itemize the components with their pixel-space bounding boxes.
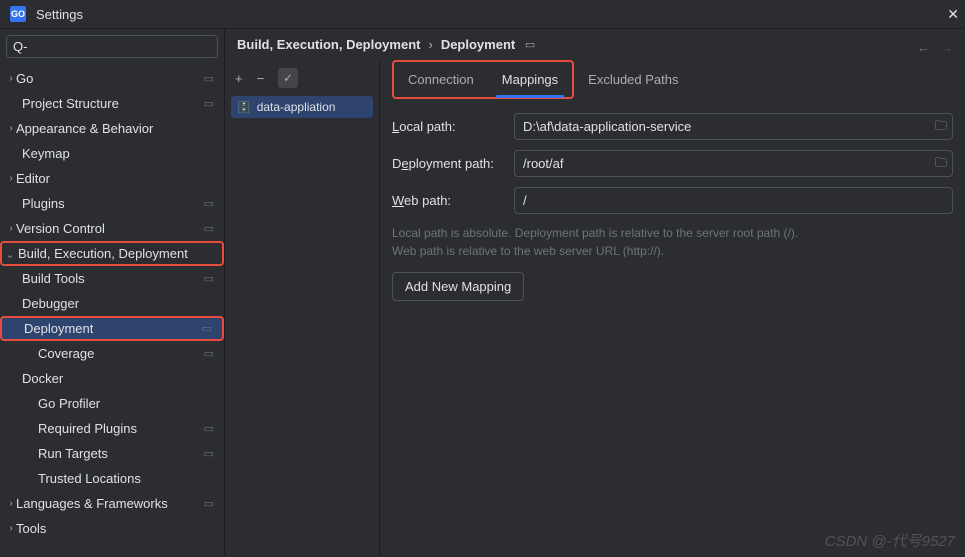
scope-icon: ▭ bbox=[202, 97, 218, 110]
chevron-icon: › bbox=[0, 498, 16, 509]
breadcrumb-b: Deployment bbox=[441, 37, 515, 52]
folder-icon[interactable]: 🗀 bbox=[935, 116, 947, 137]
sidebar-item-build-execution-deployment[interactable]: ›Build, Execution, Deployment bbox=[0, 241, 224, 266]
scope-icon: ▭ bbox=[202, 222, 218, 235]
scope-icon: ▭ bbox=[202, 72, 218, 85]
sidebar-item-build-tools[interactable]: ›Build Tools▭ bbox=[0, 266, 224, 291]
close-icon[interactable]: ✕ bbox=[947, 6, 959, 23]
sidebar-item-label: Coverage bbox=[38, 346, 202, 361]
folder-icon[interactable]: 🗀 bbox=[935, 153, 947, 174]
chevron-icon: › bbox=[0, 173, 16, 184]
chevron-right-icon: › bbox=[428, 37, 432, 52]
scope-icon: ▭ bbox=[202, 422, 218, 435]
sidebar-item-debugger[interactable]: ›Debugger bbox=[0, 291, 224, 316]
sidebar-item-label: Run Targets bbox=[38, 446, 202, 461]
sidebar-item-label: Trusted Locations bbox=[38, 471, 218, 486]
tab-excluded-paths[interactable]: Excluded Paths bbox=[574, 62, 692, 97]
window-title: Settings bbox=[36, 7, 83, 22]
chevron-icon: › bbox=[0, 273, 22, 284]
sidebar-item-label: Appearance & Behavior bbox=[16, 121, 218, 136]
titlebar: GO Settings ✕ bbox=[0, 0, 965, 29]
local-path-label: Local path: bbox=[392, 119, 504, 134]
sidebar-item-label: Go Profiler bbox=[38, 396, 218, 411]
chevron-icon: › bbox=[0, 298, 22, 309]
web-path-input[interactable] bbox=[514, 187, 953, 214]
sidebar-item-project-structure[interactable]: ›Project Structure▭ bbox=[0, 91, 224, 116]
chevron-icon: › bbox=[0, 123, 16, 134]
scope-icon: ▭ bbox=[202, 447, 218, 460]
search-input[interactable] bbox=[6, 35, 218, 58]
sidebar-item-required-plugins[interactable]: ›Required Plugins▭ bbox=[0, 416, 224, 441]
sidebar-item-plugins[interactable]: ›Plugins▭ bbox=[0, 191, 224, 216]
scope-icon: ▭ bbox=[200, 322, 216, 335]
chevron-icon: › bbox=[0, 223, 16, 234]
local-path-input[interactable] bbox=[514, 113, 953, 140]
deployment-path-input[interactable] bbox=[514, 150, 953, 177]
nav-arrows: ← → bbox=[917, 40, 953, 55]
details-panel: Connection Mappings Excluded Paths Local… bbox=[380, 60, 965, 556]
sidebar-item-label: Version Control bbox=[16, 221, 202, 236]
chevron-icon: › bbox=[0, 73, 16, 84]
tab-mappings[interactable]: Mappings bbox=[488, 62, 572, 97]
add-icon[interactable]: + bbox=[235, 71, 243, 86]
scope-icon: ▭ bbox=[202, 272, 218, 285]
sidebar-item-label: Project Structure bbox=[22, 96, 202, 111]
watermark: CSDN @-代号9527 bbox=[825, 530, 955, 551]
tabs: Connection Mappings Excluded Paths bbox=[392, 60, 953, 99]
sidebar-item-label: Build Tools bbox=[22, 271, 202, 286]
scope-icon: ▭ bbox=[202, 497, 218, 510]
breadcrumb: Build, Execution, Deployment › Deploymen… bbox=[225, 29, 965, 60]
server-list-item[interactable]: 🗄️ data-appliation bbox=[231, 96, 373, 118]
settings-tree: ›Go▭›Project Structure▭›Appearance & Beh… bbox=[0, 64, 224, 556]
sidebar-item-label: Editor bbox=[16, 171, 218, 186]
deployment-path-label: Deployment path: bbox=[392, 156, 504, 171]
hint-text: Local path is absolute. Deployment path … bbox=[392, 224, 953, 260]
sidebar-item-tools[interactable]: ›Tools bbox=[0, 516, 224, 541]
sidebar-item-label: Debugger bbox=[22, 296, 218, 311]
breadcrumb-a: Build, Execution, Deployment bbox=[237, 37, 420, 52]
scope-icon: ▭ bbox=[202, 347, 218, 360]
sidebar-item-appearance-behavior[interactable]: ›Appearance & Behavior bbox=[0, 116, 224, 141]
scope-icon: ▭ bbox=[523, 38, 539, 51]
sidebar-item-coverage[interactable]: ›Coverage▭ bbox=[0, 341, 224, 366]
server-label: data-appliation bbox=[257, 100, 336, 114]
chevron-icon: › bbox=[0, 373, 22, 384]
add-mapping-button[interactable]: Add New Mapping bbox=[392, 272, 524, 301]
sidebar-item-editor[interactable]: ›Editor bbox=[0, 166, 224, 191]
sidebar-item-label: Tools bbox=[16, 521, 218, 536]
sidebar-item-label: Docker bbox=[22, 371, 218, 386]
app-logo: GO bbox=[10, 6, 26, 22]
sidebar-item-label: Languages & Frameworks bbox=[16, 496, 202, 511]
sidebar-item-go[interactable]: ›Go▭ bbox=[0, 66, 224, 91]
sidebar-item-label: Build, Execution, Deployment bbox=[18, 246, 216, 261]
sidebar-item-deployment[interactable]: ›Deployment▭ bbox=[0, 316, 224, 341]
apply-icon[interactable]: ✓ bbox=[278, 68, 298, 88]
sidebar-item-label: Required Plugins bbox=[38, 421, 202, 436]
web-path-label: Web path: bbox=[392, 193, 504, 208]
server-list-panel: + − ✓ 🗄️ data-appliation bbox=[225, 60, 380, 556]
sidebar-item-label: Deployment bbox=[24, 321, 200, 336]
remove-icon[interactable]: − bbox=[257, 71, 265, 86]
chevron-icon: › bbox=[2, 323, 24, 334]
server-icon: 🗄️ bbox=[237, 101, 251, 114]
chevron-icon: › bbox=[0, 523, 16, 534]
sidebar-item-label: Keymap bbox=[22, 146, 218, 161]
sidebar-item-docker[interactable]: ›Docker bbox=[0, 366, 224, 391]
sidebar: ›Go▭›Project Structure▭›Appearance & Beh… bbox=[0, 29, 225, 556]
chevron-icon: › bbox=[5, 246, 16, 262]
scope-icon: ▭ bbox=[202, 197, 218, 210]
sidebar-item-run-targets[interactable]: ›Run Targets▭ bbox=[0, 441, 224, 466]
sidebar-item-trusted-locations[interactable]: ›Trusted Locations bbox=[0, 466, 224, 491]
sidebar-item-label: Plugins bbox=[22, 196, 202, 211]
sidebar-item-keymap[interactable]: ›Keymap bbox=[0, 141, 224, 166]
forward-icon[interactable]: → bbox=[940, 40, 953, 55]
tab-connection[interactable]: Connection bbox=[394, 62, 488, 97]
back-icon[interactable]: ← bbox=[917, 40, 930, 55]
sidebar-item-go-profiler[interactable]: ›Go Profiler bbox=[0, 391, 224, 416]
sidebar-item-languages-frameworks[interactable]: ›Languages & Frameworks▭ bbox=[0, 491, 224, 516]
sidebar-item-version-control[interactable]: ›Version Control▭ bbox=[0, 216, 224, 241]
sidebar-item-label: Go bbox=[16, 71, 202, 86]
